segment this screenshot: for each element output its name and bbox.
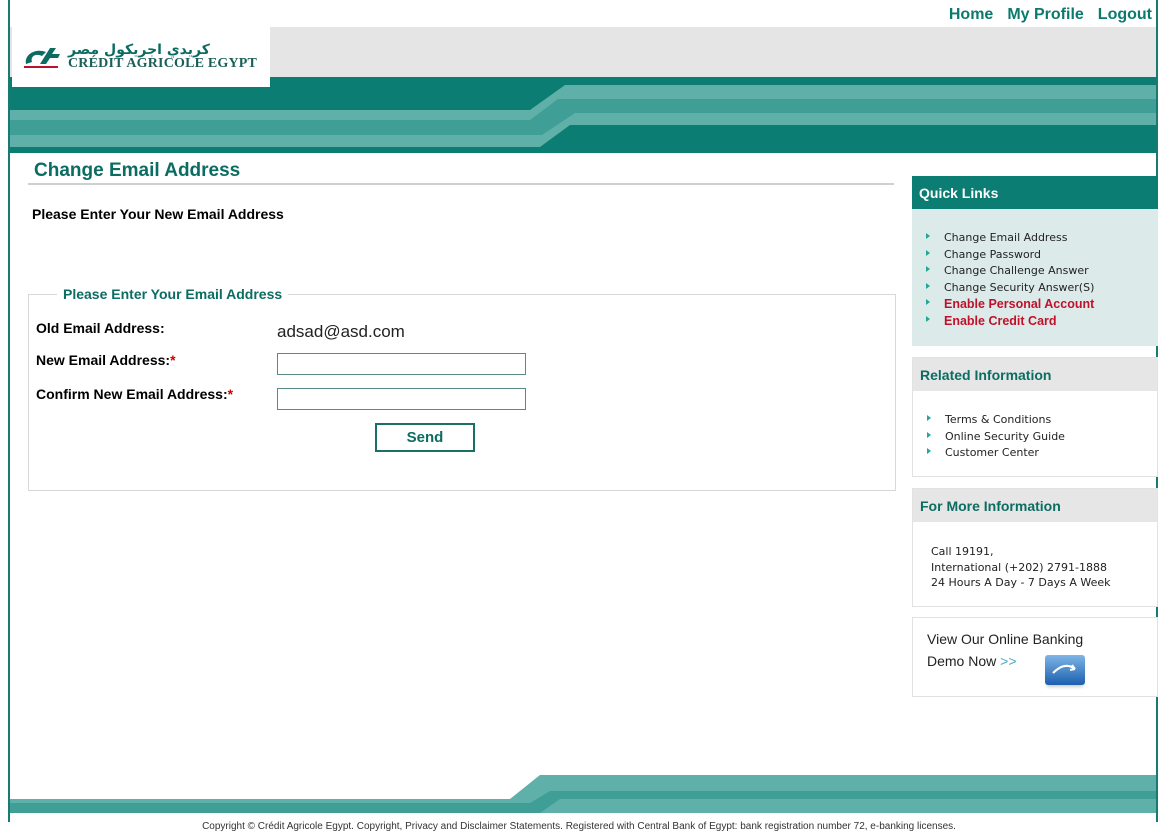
bullet-arrow-icon: [927, 448, 931, 455]
bullet-arrow-icon: [926, 249, 930, 256]
page-title: Change Email Address: [34, 160, 241, 181]
email-form-fieldset: Please Enter Your Email Address Old Emai…: [28, 286, 896, 491]
logout-link[interactable]: Logout: [1098, 6, 1152, 24]
required-marker: *: [227, 386, 234, 402]
title-divider: [28, 183, 894, 185]
bullet-arrow-icon: [926, 282, 930, 289]
confirm-email-label: Confirm New Email Address:*: [36, 386, 234, 402]
related-link-security-guide[interactable]: Online Security Guide: [927, 429, 1157, 446]
logo-arabic-text: كريدي اجريكول مصر: [68, 42, 210, 58]
ca-logo-icon: [22, 44, 62, 70]
old-email-value: adsad@asd.com: [277, 322, 405, 341]
required-marker: *: [170, 352, 176, 368]
footer-copyright: Copyright © Crédit Agricole Egypt. Copyr…: [202, 821, 956, 832]
contact-hours: 24 Hours A Day - 7 Days A Week: [931, 576, 1111, 589]
bullet-arrow-icon: [926, 266, 930, 273]
header-teal-band: [10, 77, 1156, 153]
page-subtitle: Please Enter Your New Email Address: [32, 206, 284, 222]
quick-links-panel: Quick Links Change Email Address Change …: [912, 176, 1158, 346]
home-link[interactable]: Home: [949, 6, 993, 24]
top-nav: Home My Profile Logout: [949, 6, 1152, 24]
more-information-panel: For More Information Call 19191, Interna…: [912, 488, 1158, 607]
related-information-panel: Related Information Terms & Conditions O…: [912, 357, 1158, 477]
quick-link-change-challenge-answer[interactable]: Change Challenge Answer: [926, 263, 1158, 280]
related-link-customer-center[interactable]: Customer Center: [927, 445, 1157, 462]
more-information-heading: For More Information: [913, 489, 1157, 522]
quick-links-heading: Quick Links: [912, 176, 1158, 209]
footer-teal-band: [10, 775, 1156, 813]
contact-phone: Call 19191,: [931, 545, 994, 558]
logo-english-text: CRÉDIT AGRICOLE EGYPT: [68, 56, 258, 71]
bullet-arrow-icon: [926, 315, 930, 322]
new-email-input[interactable]: [277, 353, 526, 375]
demo-link[interactable]: Demo Now >>: [927, 650, 1157, 672]
quick-link-change-email[interactable]: Change Email Address: [926, 230, 1158, 247]
old-email-label: Old Email Address:: [36, 320, 165, 336]
new-email-label: New Email Address:*: [36, 352, 176, 368]
related-link-terms[interactable]: Terms & Conditions: [927, 412, 1157, 429]
send-button[interactable]: Send: [375, 423, 475, 452]
bullet-arrow-icon: [927, 415, 931, 422]
bullet-arrow-icon: [926, 299, 930, 306]
contact-international: International (+202) 2791-1888: [931, 560, 1107, 574]
my-profile-link[interactable]: My Profile: [1007, 6, 1083, 24]
quick-link-change-password[interactable]: Change Password: [926, 247, 1158, 264]
online-banking-demo-panel[interactable]: View Our Online Banking Demo Now >>: [912, 617, 1158, 697]
brand-logo[interactable]: كريدي اجريكول مصر CRÉDIT AGRICOLE EGYPT: [12, 27, 270, 87]
demo-text-line1: View Our Online Banking: [927, 631, 1084, 647]
confirm-email-input[interactable]: [277, 388, 526, 410]
quick-link-enable-credit-card[interactable]: Enable Credit Card: [926, 313, 1158, 330]
quick-link-enable-personal-account[interactable]: Enable Personal Account: [926, 296, 1158, 313]
bullet-arrow-icon: [926, 233, 930, 240]
demo-screen-icon[interactable]: [1045, 655, 1085, 685]
quick-link-change-security-answers[interactable]: Change Security Answer(S): [926, 280, 1158, 297]
demo-chevron: >>: [1000, 653, 1017, 669]
bullet-arrow-icon: [927, 431, 931, 438]
fieldset-legend: Please Enter Your Email Address: [57, 286, 289, 302]
related-information-heading: Related Information: [913, 358, 1157, 391]
